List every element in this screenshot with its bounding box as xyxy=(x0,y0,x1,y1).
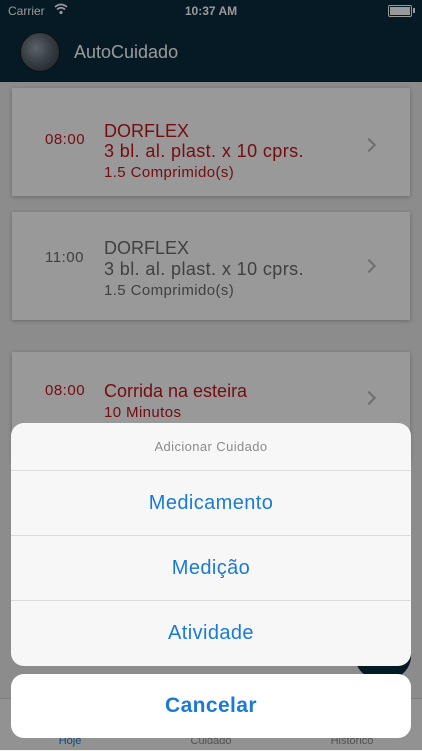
action-sheet-title: Adicionar Cuidado xyxy=(11,423,411,471)
medication-button[interactable]: Medicamento xyxy=(11,471,411,536)
activity-button[interactable]: Atividade xyxy=(11,601,411,665)
action-sheet: Adicionar Cuidado Medicamento Medição At… xyxy=(11,423,411,666)
measurement-button[interactable]: Medição xyxy=(11,536,411,601)
cancel-button[interactable]: Cancelar xyxy=(11,674,411,738)
